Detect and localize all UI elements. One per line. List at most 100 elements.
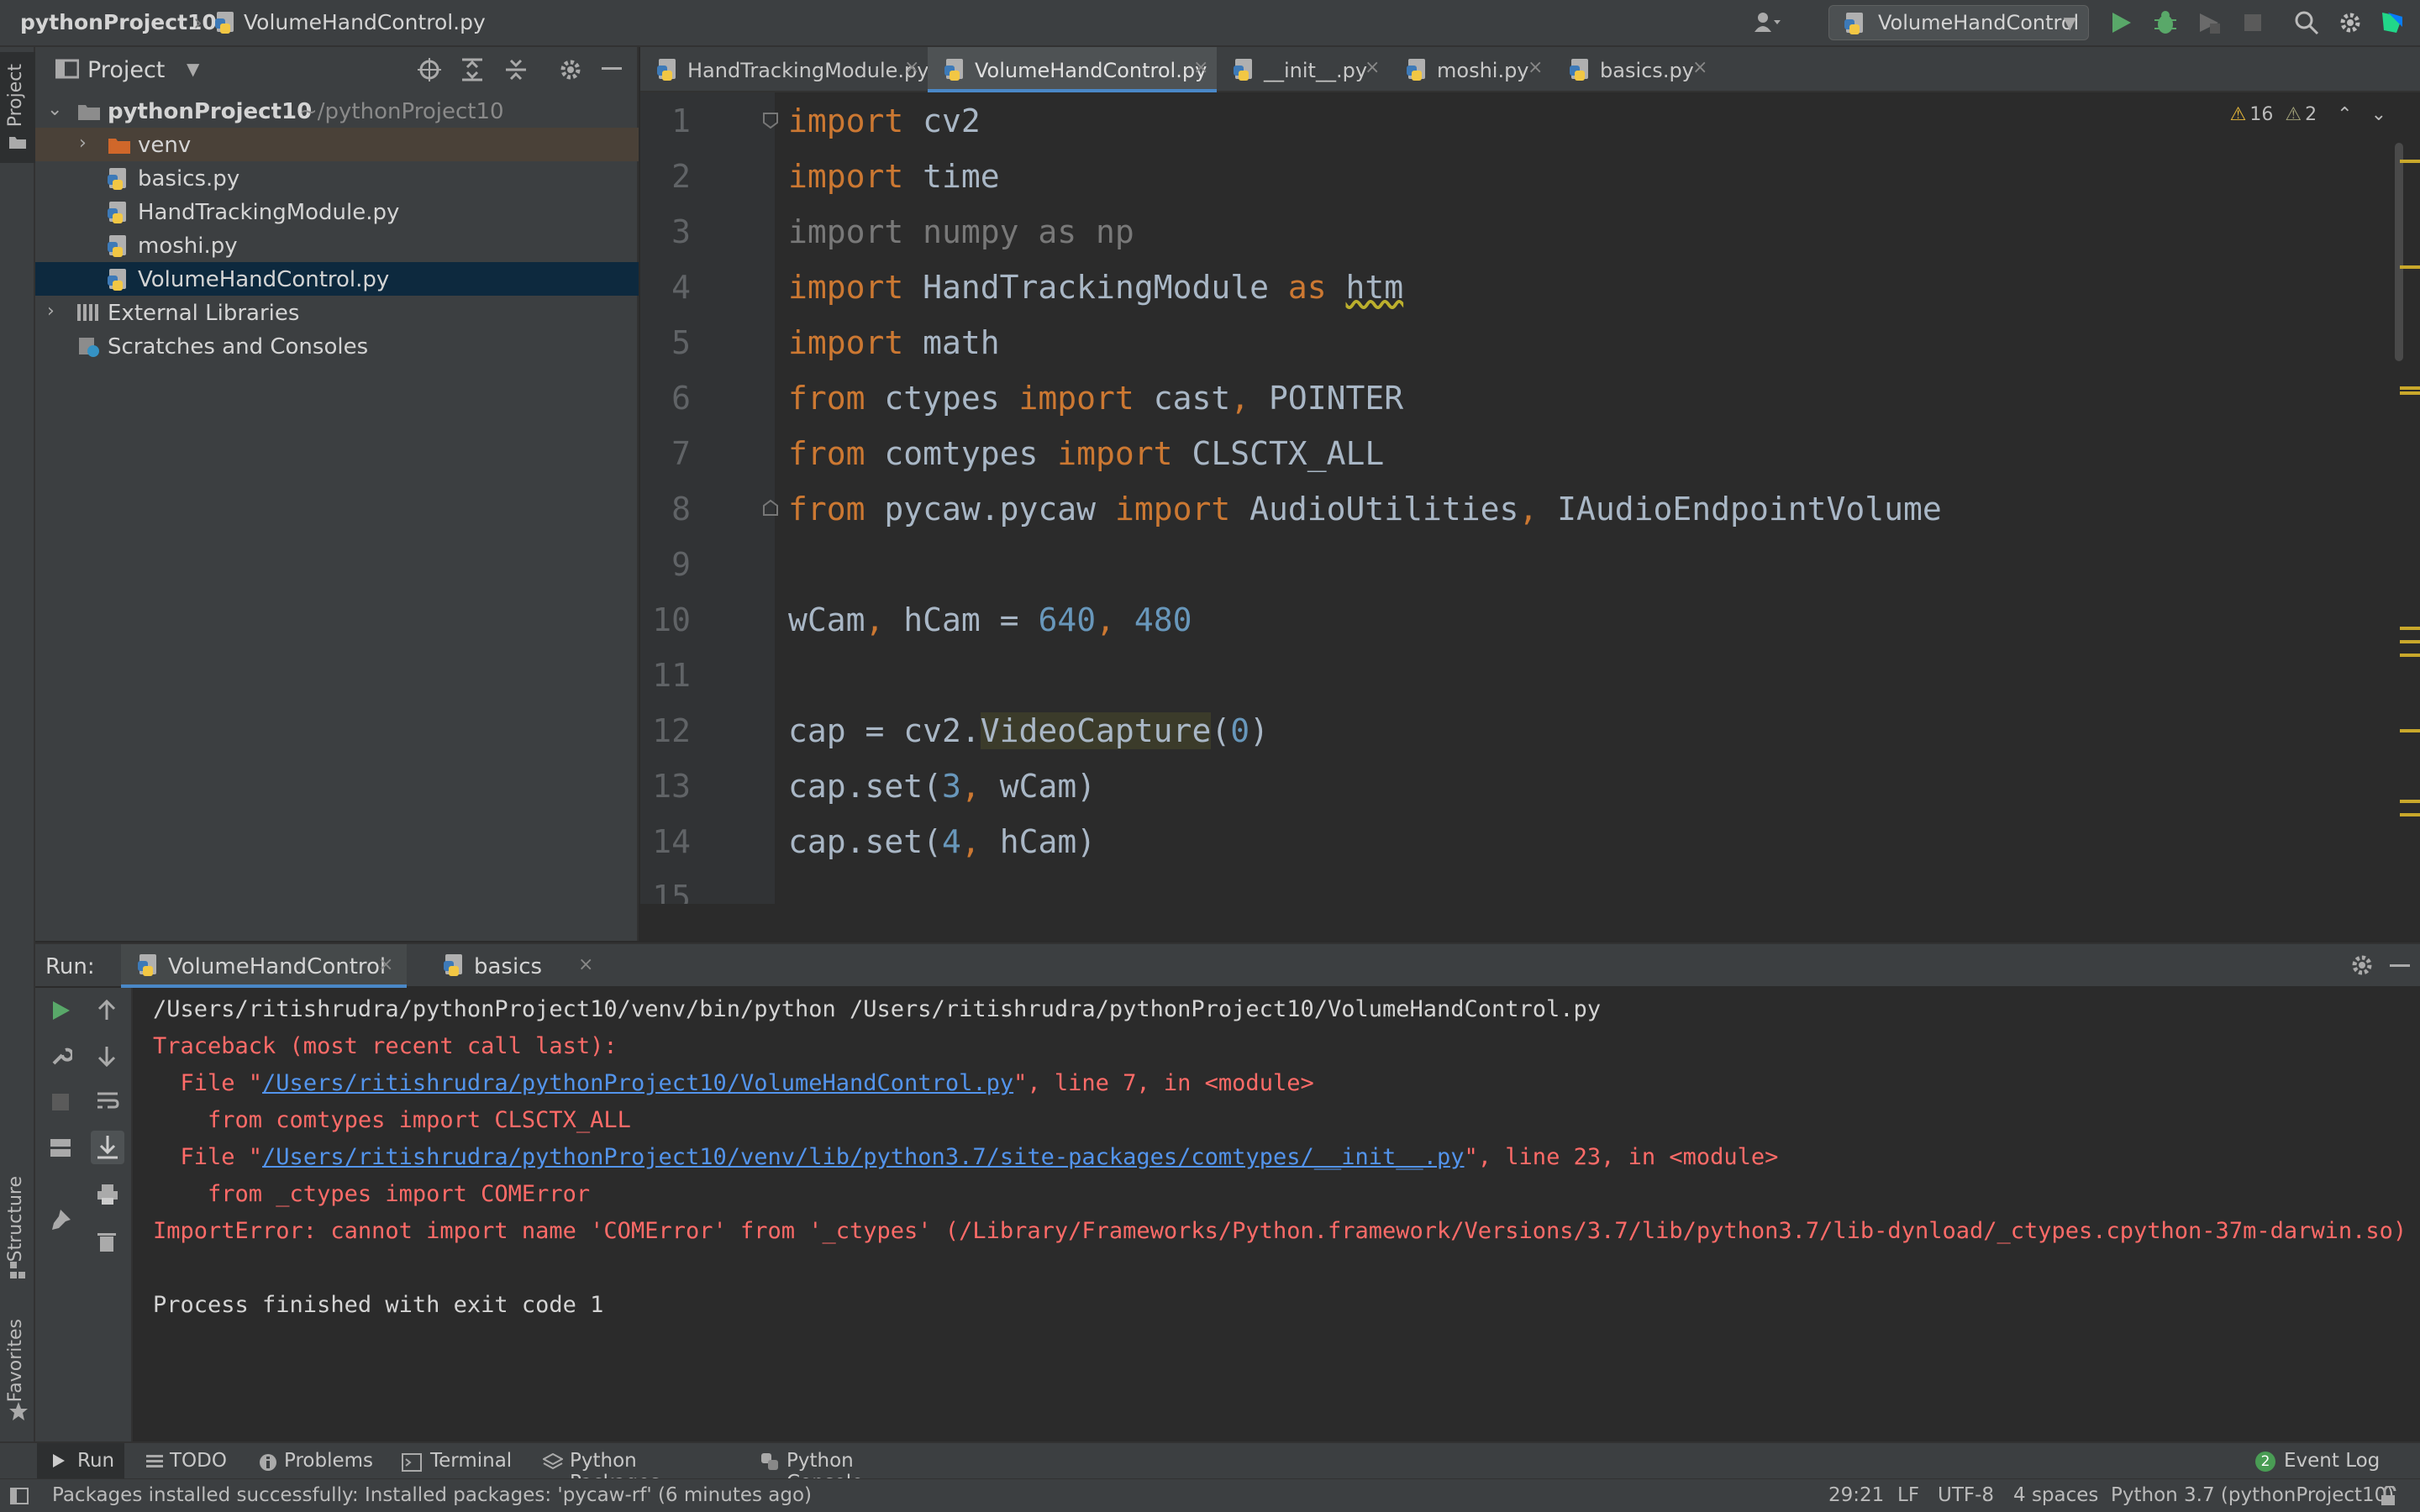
python-file-icon <box>108 269 128 291</box>
indent-setting[interactable]: 4 spaces <box>2013 1484 2098 1506</box>
warning-stripe[interactable] <box>2400 813 2420 816</box>
unlock-icon[interactable] <box>2380 1484 2398 1509</box>
chevron-down-icon[interactable]: ▼ <box>187 59 199 79</box>
tree-item-venv[interactable]: › venv <box>35 128 639 161</box>
user-account-icon[interactable] <box>1753 8 1781 37</box>
run-icon[interactable] <box>2107 8 2136 37</box>
gear-icon[interactable] <box>2349 953 2375 981</box>
jetbrains-logo-icon[interactable] <box>2378 8 2407 37</box>
status-message[interactable]: Packages installed successfully: Install… <box>52 1484 812 1506</box>
console-output[interactable]: /Users/ritishrudra/pythonProject10/venv/… <box>134 988 2420 1441</box>
minimize-icon[interactable] <box>602 67 622 70</box>
tab-volumehandcontrol[interactable]: VolumeHandControl.py × <box>928 47 1217 92</box>
fold-icon[interactable] <box>761 499 780 521</box>
wrench-icon[interactable] <box>50 1045 74 1070</box>
tool-tab-python-packages[interactable]: Python Packages <box>541 1443 726 1494</box>
code-text: pycaw.pycaw <box>865 491 1115 528</box>
close-icon[interactable]: × <box>1193 57 1208 78</box>
favorites-side-tab[interactable]: Favorites <box>0 1310 35 1428</box>
python-interpreter[interactable]: Python 3.7 (pythonProject10) <box>2111 1484 2394 1506</box>
chevron-up-icon[interactable]: ⌃ <box>2337 104 2352 125</box>
close-icon[interactable]: × <box>378 954 393 975</box>
breadcrumb-project[interactable]: pythonProject10 <box>20 10 217 34</box>
code-editor[interactable]: 1 2 3 4 5 6 7 8 9 10 11 12 13 14 15 impo… <box>640 92 2420 904</box>
warning-stripe[interactable] <box>2400 640 2420 643</box>
tab-handtrackingmodule[interactable]: HandTrackingModule.py × <box>640 47 929 92</box>
gear-icon[interactable] <box>2336 8 2365 37</box>
tree-root-project[interactable]: ⌄ pythonProject10 ~/pythonProject10 <box>35 94 639 128</box>
run-configuration-select[interactable]: VolumeHandControl ▼ <box>1828 5 2089 40</box>
scroll-to-end-button[interactable] <box>91 1131 124 1164</box>
python-file-icon <box>944 59 965 81</box>
line-number: 6 <box>671 380 691 417</box>
locate-file-icon[interactable] <box>417 57 442 86</box>
tree-item-handtracking[interactable]: HandTrackingModule.py <box>35 195 639 228</box>
warning-stripe[interactable] <box>2400 627 2420 630</box>
collapse-all-icon[interactable] <box>504 57 528 86</box>
gear-icon[interactable] <box>558 57 583 86</box>
line-number: 10 <box>652 601 691 638</box>
inspection-widget[interactable]: ⚠ 16 ⚠ 2 ⌃ ⌄ <box>2230 104 2386 125</box>
tool-tab-event-log[interactable]: 2 Event Log <box>2252 1443 2412 1480</box>
warning-stripe[interactable] <box>2400 386 2420 390</box>
close-icon[interactable]: × <box>578 954 593 975</box>
expand-all-icon[interactable] <box>460 57 484 86</box>
python-file-icon <box>1844 13 1865 34</box>
warning-stripe[interactable] <box>2400 729 2420 732</box>
search-icon[interactable] <box>2292 8 2321 37</box>
tab-init[interactable]: __init__.py × <box>1217 47 1390 92</box>
run-tab-basics[interactable]: basics × <box>427 944 603 988</box>
chevron-down-icon[interactable]: ⌄ <box>2371 104 2386 125</box>
minimize-icon[interactable] <box>2390 964 2410 967</box>
warning-stripe[interactable] <box>2400 391 2420 395</box>
down-arrow-icon[interactable] <box>96 1045 118 1070</box>
tree-item-basics[interactable]: basics.py <box>35 161 639 195</box>
debug-icon[interactable] <box>2151 8 2180 37</box>
tool-tab-python-console[interactable]: Python Console <box>758 1443 934 1494</box>
warning-stripe[interactable] <box>2400 800 2420 803</box>
print-icon[interactable] <box>96 1183 119 1210</box>
file-link[interactable]: /Users/ritishrudra/pythonProject10/venv/… <box>262 1144 1464 1170</box>
close-icon[interactable]: × <box>1528 57 1543 78</box>
tree-item-scratches[interactable]: Scratches and Consoles <box>35 329 639 363</box>
tab-moshi[interactable]: moshi.py × <box>1390 47 1553 92</box>
file-link[interactable]: /Users/ritishrudra/pythonProject10/Volum… <box>262 1070 1013 1096</box>
run-tab-volumehandcontrol[interactable]: VolumeHandControl × <box>121 944 407 988</box>
soft-wrap-icon[interactable] <box>96 1090 119 1116</box>
trash-icon[interactable] <box>96 1230 118 1257</box>
project-side-tab[interactable]: Project <box>0 52 35 163</box>
structure-side-tab[interactable]: Structure <box>0 1168 35 1285</box>
chevron-down-icon: ⌄ <box>47 99 63 120</box>
tree-item-external-libraries[interactable]: › External Libraries <box>35 296 639 329</box>
line-separator[interactable]: LF <box>1897 1484 1919 1506</box>
star-icon <box>8 1401 29 1425</box>
close-icon[interactable]: × <box>1692 57 1707 78</box>
tool-windows-toggle-icon[interactable] <box>10 1488 29 1508</box>
stop-icon[interactable] <box>50 1092 71 1116</box>
file-encoding[interactable]: UTF-8 <box>1938 1484 1994 1506</box>
breadcrumb-file[interactable]: VolumeHandControl.py <box>244 10 486 34</box>
warning-stripe[interactable] <box>2400 160 2420 163</box>
tab-basics[interactable]: basics.py × <box>1553 47 1716 92</box>
code-text: wCam) <box>980 768 1097 805</box>
warning-stripe[interactable] <box>2400 265 2420 269</box>
pin-icon[interactable] <box>49 1208 72 1235</box>
rerun-icon[interactable] <box>50 1000 72 1025</box>
tool-tab-problems[interactable]: Problems <box>257 1443 383 1480</box>
warning-stripe[interactable] <box>2400 654 2420 657</box>
vertical-scrollbar[interactable] <box>2395 143 2403 361</box>
tool-tab-todo[interactable]: TODO <box>143 1443 235 1480</box>
close-icon[interactable]: × <box>904 57 919 78</box>
tree-item-volumehandcontrol[interactable]: VolumeHandControl.py <box>35 262 639 296</box>
stop-icon[interactable] <box>2238 8 2267 37</box>
run-with-coverage-icon[interactable] <box>2195 8 2223 37</box>
tool-tab-terminal[interactable]: Terminal <box>400 1443 526 1480</box>
project-panel-title[interactable]: Project <box>87 57 165 83</box>
close-icon[interactable]: × <box>1365 57 1380 78</box>
layout-icon[interactable] <box>49 1137 72 1163</box>
tree-item-moshi[interactable]: moshi.py <box>35 228 639 262</box>
fold-icon[interactable] <box>761 111 780 133</box>
tool-tab-run[interactable]: Run <box>37 1443 124 1480</box>
caret-position[interactable]: 29:21 <box>1828 1484 1884 1506</box>
up-arrow-icon[interactable] <box>96 999 118 1025</box>
